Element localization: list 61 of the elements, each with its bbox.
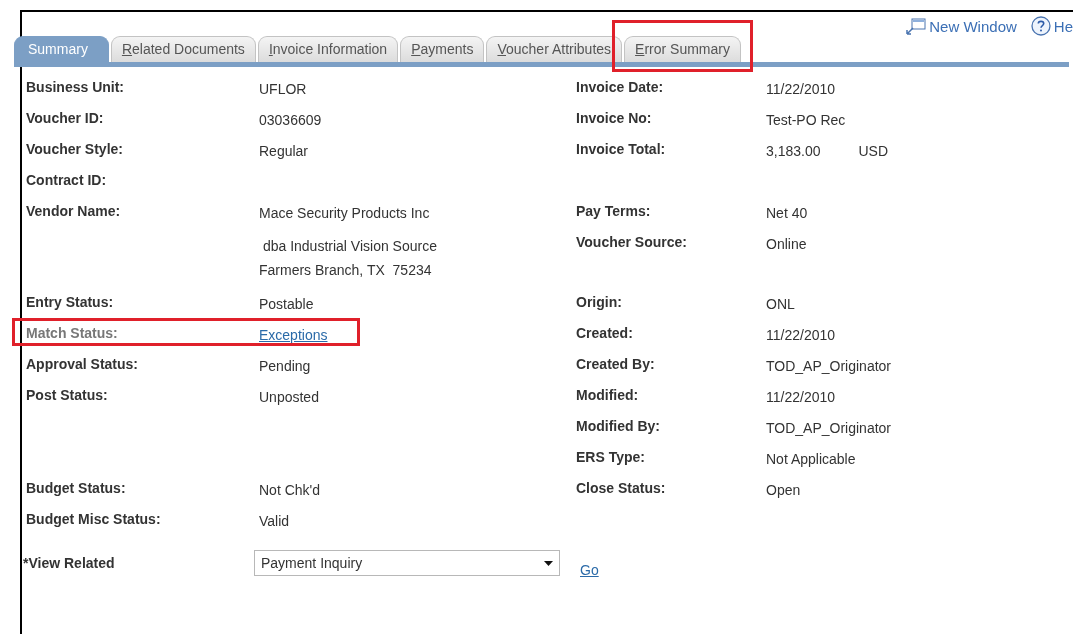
field-label: Modified: — [575, 387, 640, 405]
field-label: Created By: — [575, 356, 656, 374]
field-value: Online — [766, 235, 807, 254]
field-value: 03036609 — [259, 111, 322, 130]
field-value: 11/22/2010 — [766, 326, 836, 345]
field-value: TOD_AP_Originator — [766, 419, 891, 438]
field-label: Budget Status: — [25, 480, 127, 498]
new-window-icon[interactable] — [906, 17, 927, 35]
tab[interactable]: Error Summary — [624, 36, 741, 62]
field-label: Contract ID: — [25, 172, 108, 190]
status-link[interactable]: Exceptions — [259, 325, 328, 356]
tab[interactable]: Related Documents — [110, 36, 256, 62]
field-label: Match Status: — [25, 325, 119, 343]
tab[interactable]: Invoice Information — [257, 36, 399, 62]
caret-icon — [544, 560, 553, 566]
field-value: Regular — [259, 142, 309, 161]
field-label: Vendor Name: — [25, 203, 122, 221]
field-value: Mace Security Products Inc — [259, 204, 430, 223]
field-label: Modified By: — [575, 418, 661, 436]
field-label: *View Related — [23, 555, 116, 571]
field-value: Not Applicable — [766, 450, 856, 469]
field-label: Voucher ID: — [25, 110, 105, 128]
field-value: Open — [766, 481, 801, 500]
field-label: Post Status: — [25, 387, 109, 405]
header-link[interactable]: He — [1053, 17, 1073, 35]
field-value: Net 40 — [766, 204, 808, 223]
field-value: 11/22/2010 — [766, 80, 836, 99]
field-label: Pay Terms: — [575, 203, 652, 221]
field-value: 3,183.00 — [766, 142, 821, 161]
help-icon[interactable] — [1030, 16, 1051, 36]
field-value: Valid — [259, 512, 290, 531]
field-label: Invoice No: — [575, 110, 653, 128]
dropdown[interactable]: Payment Inquiry — [254, 550, 560, 576]
field-label: Voucher Source: — [575, 234, 688, 252]
field-label: Close Status: — [575, 480, 667, 498]
field-label: ERS Type: — [575, 449, 646, 467]
field-value: ONL — [766, 295, 795, 314]
field-label: Origin: — [575, 294, 623, 312]
field-label: Voucher Style: — [25, 141, 124, 159]
field-label: Invoice Date: — [575, 79, 665, 97]
field-value: 11/22/2010 — [766, 388, 836, 407]
address-line: dba Industrial Vision Source — [261, 237, 437, 256]
field-label: Approval Status: — [25, 356, 139, 374]
tab[interactable]: Voucher Attributes — [486, 36, 623, 62]
field-value: Postable — [259, 295, 314, 314]
field-value: UFLOR — [259, 80, 307, 99]
tab[interactable]: Payments — [400, 36, 485, 62]
field-value: Test-PO Rec — [766, 111, 846, 130]
field-value: USD — [858, 142, 889, 161]
field-value: Unposted — [259, 388, 319, 407]
field-label: Entry Status: — [25, 294, 115, 312]
address-line: Farmers Branch, TX 75234 — [259, 261, 433, 280]
field-value: Pending — [259, 357, 311, 376]
field-value: TOD_AP_Originator — [766, 357, 891, 376]
field-label: Business Unit: — [25, 79, 125, 97]
header-link[interactable]: New Window — [929, 17, 1017, 35]
field-label: Created: — [575, 325, 634, 343]
field-label: Invoice Total: — [575, 141, 667, 159]
field-value: Not Chk'd — [259, 481, 321, 500]
go-link[interactable]: Go — [580, 562, 599, 578]
field-label: Budget Misc Status: — [25, 511, 162, 529]
